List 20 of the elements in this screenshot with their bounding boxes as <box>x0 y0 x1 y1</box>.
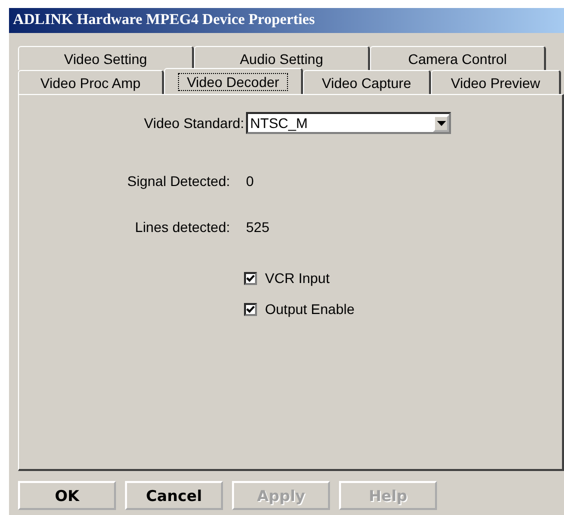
checkbox[interactable] <box>244 302 257 316</box>
readout-value: 525 <box>246 219 270 235</box>
tab[interactable]: Audio Setting <box>194 46 370 70</box>
checkbox-label: Output Enable <box>265 301 355 317</box>
tab[interactable]: Video Setting <box>18 46 194 70</box>
video-standard-dropdown[interactable]: NTSC_M <box>246 112 452 134</box>
checkbox-label: VCR Input <box>265 270 330 286</box>
tab[interactable]: Video Decoder <box>164 68 303 94</box>
readout-value: 0 <box>246 173 254 189</box>
readout-label: Signal Detected: <box>126 173 230 189</box>
dialog-button[interactable]: Cancel <box>125 481 223 510</box>
checkbox[interactable] <box>244 272 257 284</box>
window-title: ADLINK Hardware MPEG4 Device Properties <box>13 12 315 29</box>
tab[interactable]: Camera Control <box>370 46 546 70</box>
tab[interactable]: Video Proc Amp <box>18 70 164 94</box>
tab[interactable]: Video Preview <box>431 70 561 94</box>
tab[interactable]: Video Capture <box>303 70 431 94</box>
field-label: Video Standard: <box>144 115 244 131</box>
readout-label: Lines detected: <box>134 219 230 235</box>
dialog-button[interactable]: OK <box>18 481 116 510</box>
